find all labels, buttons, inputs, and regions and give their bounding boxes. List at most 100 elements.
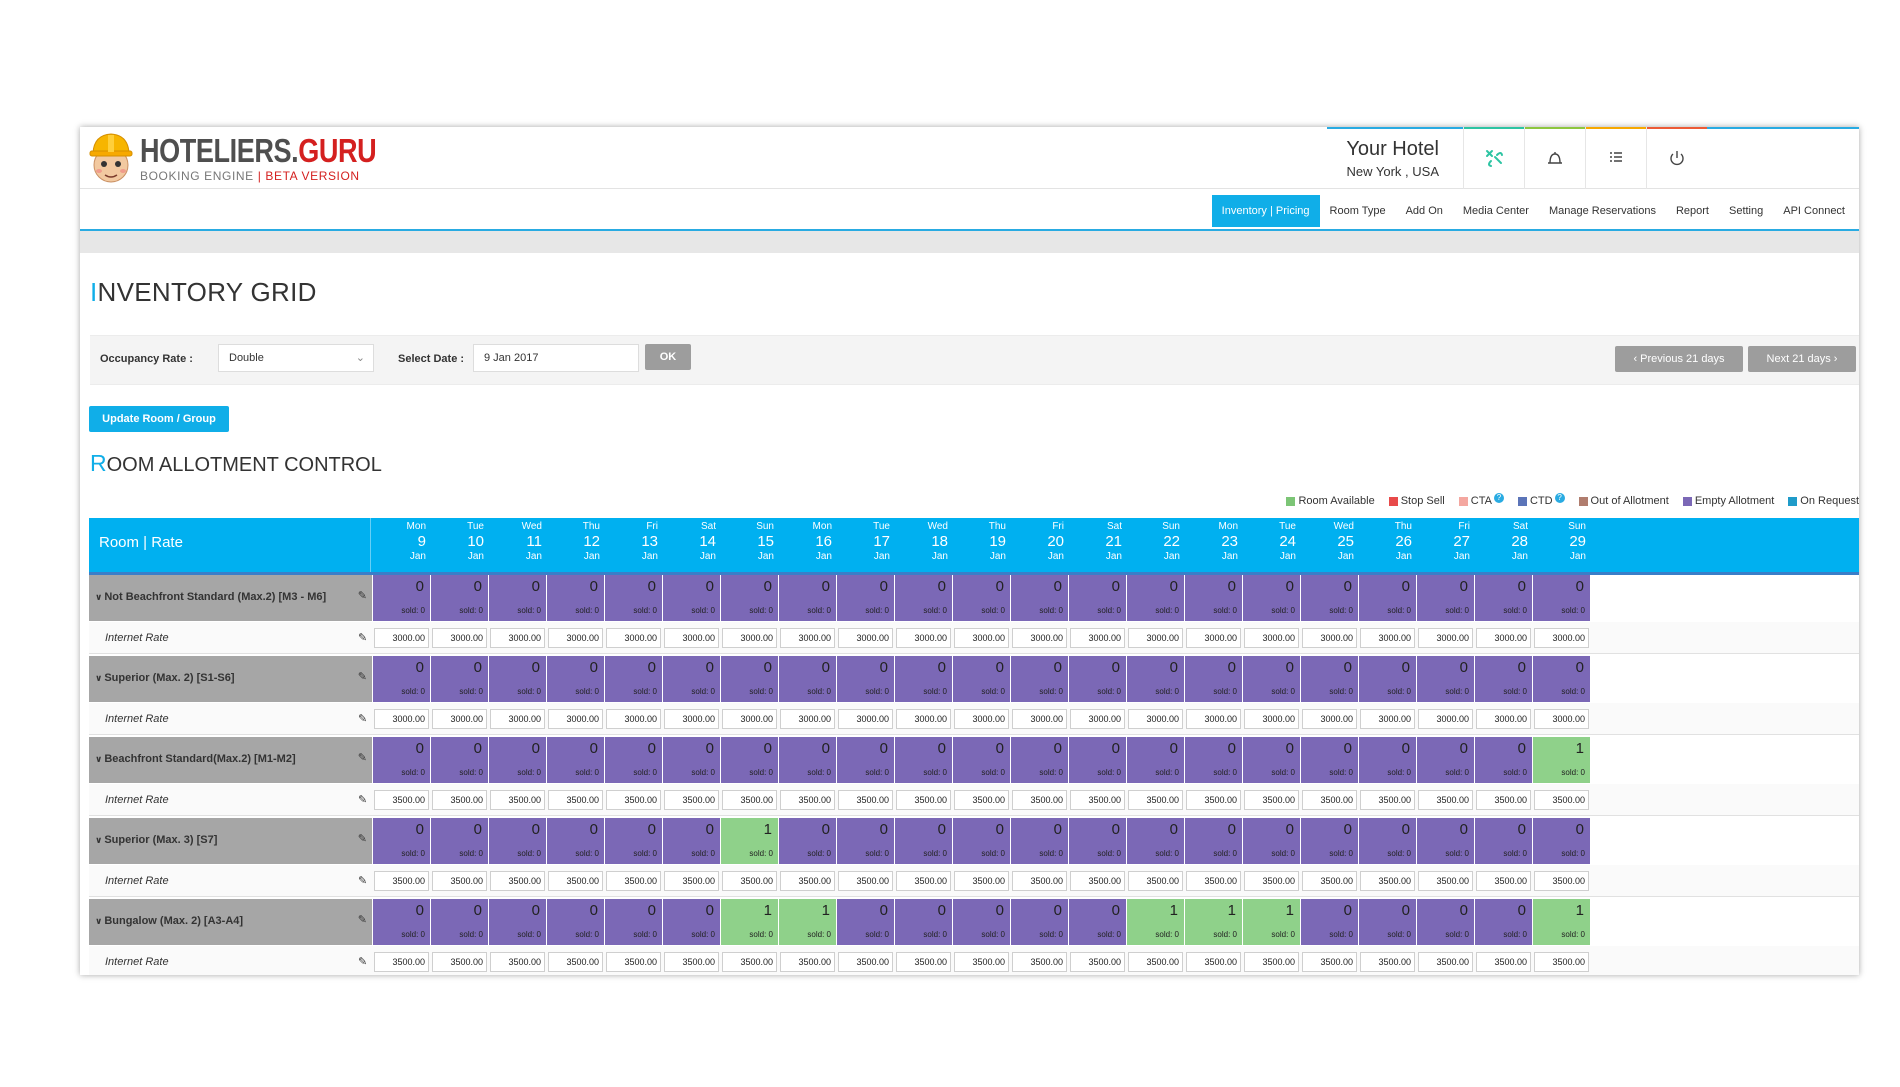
rate-input[interactable]: 3500.00	[664, 790, 719, 810]
allotment-cell[interactable]: 0 sold: 0	[1300, 575, 1358, 621]
rate-input[interactable]: 3000.00	[490, 628, 545, 648]
allotment-cell[interactable]: 0 sold: 0	[1358, 737, 1416, 783]
nav-add-on[interactable]: Add On	[1396, 195, 1453, 227]
edit-pencil-icon[interactable]: ✎	[358, 712, 367, 725]
rate-input[interactable]: 3500.00	[1244, 952, 1299, 972]
rate-input[interactable]: 3000.00	[1070, 709, 1125, 729]
allotment-cell[interactable]: 0 sold: 0	[546, 899, 604, 945]
nav-inventory-pricing[interactable]: Inventory | Pricing	[1211, 195, 1320, 227]
rate-input[interactable]: 3500.00	[954, 952, 1009, 972]
allotment-cell[interactable]: 1 sold: 0	[720, 899, 778, 945]
allotment-cell[interactable]: 0 sold: 0	[778, 818, 836, 864]
rate-input[interactable]: 3500.00	[1476, 952, 1531, 972]
allotment-cell[interactable]: 0 sold: 0	[604, 575, 662, 621]
allotment-cell[interactable]: 0 sold: 0	[1126, 737, 1184, 783]
previous-21-days-button[interactable]: ‹ Previous 21 days	[1615, 346, 1743, 372]
rate-input[interactable]: 3000.00	[1360, 628, 1415, 648]
rate-input[interactable]: 3500.00	[1418, 871, 1473, 891]
allotment-cell[interactable]: 0 sold: 0	[662, 656, 720, 702]
rate-input[interactable]: 3500.00	[664, 952, 719, 972]
allotment-cell[interactable]: 1 sold: 0	[1532, 899, 1590, 945]
rate-input[interactable]: 3000.00	[1534, 628, 1589, 648]
allotment-cell[interactable]: 0 sold: 0	[1532, 575, 1590, 621]
allotment-cell[interactable]: 0 sold: 0	[952, 737, 1010, 783]
rate-input[interactable]: 3500.00	[1360, 871, 1415, 891]
rate-input[interactable]: 3500.00	[490, 952, 545, 972]
rate-input[interactable]: 3000.00	[1186, 709, 1241, 729]
ok-button[interactable]: OK	[645, 344, 691, 370]
allotment-cell[interactable]: 1 sold: 0	[1126, 899, 1184, 945]
rate-input[interactable]: 3000.00	[1302, 709, 1357, 729]
rate-input[interactable]: 3000.00	[722, 709, 777, 729]
room-type-label[interactable]: ∨ Not Beachfront Standard (Max.2) [M3 - M…	[89, 575, 372, 621]
rate-input[interactable]: 3500.00	[1012, 871, 1067, 891]
rate-input[interactable]: 3500.00	[1128, 952, 1183, 972]
allotment-cell[interactable]: 0 sold: 0	[1010, 575, 1068, 621]
allotment-cell[interactable]: 0 sold: 0	[372, 899, 430, 945]
edit-pencil-icon[interactable]: ✎	[358, 793, 367, 806]
allotment-cell[interactable]: 0 sold: 0	[1416, 656, 1474, 702]
allotment-cell[interactable]: 0 sold: 0	[546, 737, 604, 783]
rate-input[interactable]: 3000.00	[954, 628, 1009, 648]
rate-input[interactable]: 3000.00	[432, 628, 487, 648]
rate-input[interactable]: 3500.00	[722, 790, 777, 810]
rate-input[interactable]: 3500.00	[1302, 871, 1357, 891]
rate-input[interactable]: 3500.00	[1360, 952, 1415, 972]
allotment-cell[interactable]: 0 sold: 0	[546, 818, 604, 864]
allotment-cell[interactable]: 0 sold: 0	[1358, 899, 1416, 945]
rate-input[interactable]: 3500.00	[1418, 952, 1473, 972]
rate-input[interactable]: 3000.00	[838, 628, 893, 648]
rate-input[interactable]: 3000.00	[1012, 628, 1067, 648]
allotment-cell[interactable]: 0 sold: 0	[1416, 737, 1474, 783]
allotment-cell[interactable]: 0 sold: 0	[662, 818, 720, 864]
allotment-cell[interactable]: 0 sold: 0	[1010, 818, 1068, 864]
rate-input[interactable]: 3000.00	[1534, 709, 1589, 729]
rate-input[interactable]: 3000.00	[1302, 628, 1357, 648]
allotment-cell[interactable]: 0 sold: 0	[836, 575, 894, 621]
rate-input[interactable]: 3500.00	[780, 790, 835, 810]
allotment-cell[interactable]: 0 sold: 0	[1300, 737, 1358, 783]
allotment-cell[interactable]: 0 sold: 0	[1242, 575, 1300, 621]
logout-button[interactable]	[1646, 127, 1707, 189]
allotment-cell[interactable]: 0 sold: 0	[720, 656, 778, 702]
rate-input[interactable]: 3000.00	[664, 628, 719, 648]
occupancy-select[interactable]: Double ⌄	[218, 344, 374, 372]
allotment-cell[interactable]: 0 sold: 0	[952, 656, 1010, 702]
nav-room-type[interactable]: Room Type	[1320, 195, 1396, 227]
rate-input[interactable]: 3500.00	[838, 871, 893, 891]
allotment-cell[interactable]: 0 sold: 0	[952, 575, 1010, 621]
allotment-cell[interactable]: 1 sold: 0	[720, 818, 778, 864]
allotment-cell[interactable]: 0 sold: 0	[1184, 818, 1242, 864]
allotment-cell[interactable]: 0 sold: 0	[1416, 818, 1474, 864]
rate-input[interactable]: 3000.00	[1244, 628, 1299, 648]
allotment-cell[interactable]: 0 sold: 0	[604, 818, 662, 864]
allotment-cell[interactable]: 0 sold: 0	[1358, 575, 1416, 621]
rate-input[interactable]: 3000.00	[1360, 709, 1415, 729]
rate-input[interactable]: 3500.00	[1302, 790, 1357, 810]
allotment-cell[interactable]: 0 sold: 0	[1242, 737, 1300, 783]
rate-input[interactable]: 3000.00	[954, 709, 1009, 729]
allotment-cell[interactable]: 0 sold: 0	[1416, 575, 1474, 621]
allotment-cell[interactable]: 0 sold: 0	[836, 818, 894, 864]
allotment-cell[interactable]: 0 sold: 0	[1358, 818, 1416, 864]
rate-input[interactable]: 3500.00	[606, 790, 661, 810]
rate-input[interactable]: 3500.00	[490, 790, 545, 810]
rate-input[interactable]: 3000.00	[548, 628, 603, 648]
rate-input[interactable]: 3000.00	[374, 709, 429, 729]
rate-input[interactable]: 3500.00	[548, 952, 603, 972]
allotment-cell[interactable]: 0 sold: 0	[720, 575, 778, 621]
rate-input[interactable]: 3000.00	[1418, 709, 1473, 729]
collapse-caret-icon[interactable]: ∨	[95, 673, 102, 683]
allotment-cell[interactable]: 0 sold: 0	[894, 575, 952, 621]
allotment-cell[interactable]: 0 sold: 0	[952, 818, 1010, 864]
rate-input[interactable]: 3500.00	[1128, 871, 1183, 891]
rate-input[interactable]: 3500.00	[954, 871, 1009, 891]
allotment-cell[interactable]: 0 sold: 0	[1184, 737, 1242, 783]
rate-input[interactable]: 3500.00	[780, 952, 835, 972]
rate-input[interactable]: 3000.00	[490, 709, 545, 729]
allotment-cell[interactable]: 0 sold: 0	[1010, 899, 1068, 945]
rate-input[interactable]: 3500.00	[374, 790, 429, 810]
rate-input[interactable]: 3000.00	[1128, 628, 1183, 648]
allotment-cell[interactable]: 0 sold: 0	[1068, 899, 1126, 945]
collapse-caret-icon[interactable]: ∨	[95, 916, 102, 926]
